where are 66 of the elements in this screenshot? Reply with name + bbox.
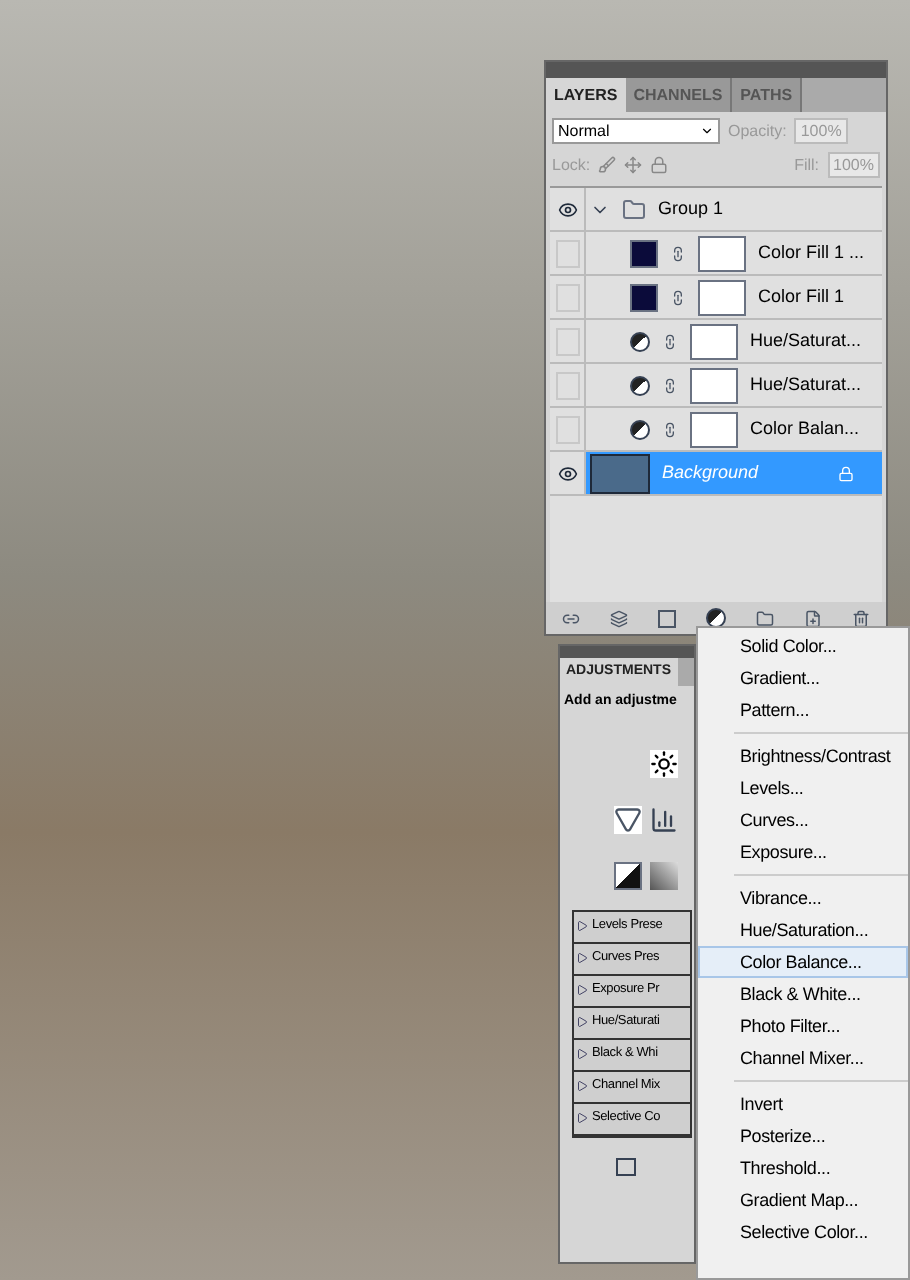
link-icon: [662, 421, 678, 437]
sun-icon[interactable]: [650, 749, 678, 777]
blend-mode-select[interactable]: Normal: [552, 118, 720, 144]
fill-thumbnail: [630, 283, 658, 311]
lock-icon: [838, 465, 854, 481]
menu-item[interactable]: Brightness/Contrast: [698, 740, 908, 772]
folder-icon[interactable]: [756, 609, 775, 627]
menu-item[interactable]: Threshold...: [698, 1152, 908, 1184]
menu-item[interactable]: Gradient Map...: [698, 1184, 908, 1216]
mask-thumbnail: [690, 411, 738, 447]
menu-item[interactable]: Photo Filter...: [698, 1010, 908, 1042]
triangle-icon[interactable]: [614, 805, 642, 833]
menu-item[interactable]: Selective Color...: [698, 1216, 908, 1248]
expand-icon[interactable]: [576, 1080, 588, 1092]
expand-icon[interactable]: [576, 952, 588, 964]
menu-item[interactable]: Vibrance...: [698, 882, 908, 914]
menu-item[interactable]: Black & White...: [698, 978, 908, 1010]
gradient-icon[interactable]: [650, 861, 678, 889]
panel-tab[interactable]: LAYERS: [546, 78, 626, 112]
menu-item[interactable]: Channel Mixer...: [698, 1042, 908, 1074]
menu-item[interactable]: Gradient...: [698, 662, 908, 694]
link-icon[interactable]: [561, 609, 580, 627]
menu-item[interactable]: Invert: [698, 1088, 908, 1120]
eye-icon[interactable]: [557, 463, 577, 483]
layer-name: Background: [662, 459, 759, 486]
menu-item[interactable]: Solid Color...: [698, 630, 908, 662]
layer-name: Color Fill 1 ...: [758, 239, 865, 266]
link-icon: [662, 377, 678, 393]
link-icon: [662, 333, 678, 349]
levels-icon[interactable]: [650, 805, 678, 833]
layers-icon[interactable]: [609, 609, 628, 627]
menu-item[interactable]: Curves...: [698, 804, 908, 836]
fill-thumbnail: [630, 239, 658, 267]
mask-thumbnail: [698, 279, 746, 315]
layer-name: Hue/Saturat...: [750, 327, 862, 354]
layer-name: Color Balan...: [750, 415, 860, 442]
new-layer-icon[interactable]: [804, 609, 823, 627]
expand-icon[interactable]: [576, 920, 588, 932]
expand-icon[interactable]: [576, 1048, 588, 1060]
menu-item[interactable]: Pattern...: [698, 694, 908, 726]
mask-thumbnail: [690, 323, 738, 359]
expand-icon[interactable]: [576, 984, 588, 996]
opacity-label: Opacity:: [728, 119, 787, 143]
eye-icon[interactable]: [557, 199, 577, 219]
mask-thumbnail: [690, 367, 738, 403]
panel-title-bar: [560, 646, 694, 658]
layer-name: Group 1: [658, 195, 724, 222]
caret-icon: [700, 124, 714, 138]
menu-item[interactable]: Exposure...: [698, 836, 908, 868]
mask-thumbnail: [698, 235, 746, 271]
link-icon: [670, 245, 686, 261]
menu-item[interactable]: Hue/Saturation...: [698, 914, 908, 946]
folder-icon: [622, 197, 646, 221]
invert-icon[interactable]: [614, 861, 642, 889]
link-icon: [670, 289, 686, 305]
menu-item[interactable]: Posterize...: [698, 1120, 908, 1152]
lock-label: Lock:: [552, 153, 591, 177]
panel-footer-icon[interactable]: [616, 1157, 636, 1175]
menu-item[interactable]: Levels...: [698, 772, 908, 804]
layer-name: Hue/Saturat...: [750, 371, 862, 398]
menu-item[interactable]: Color Balance...: [698, 946, 908, 978]
layer-name: Color Fill 1: [758, 283, 845, 310]
mask-icon[interactable]: [657, 609, 676, 627]
fill-label: Fill:: [794, 153, 820, 177]
expand-icon[interactable]: [576, 1016, 588, 1028]
expand-icon[interactable]: [576, 1112, 588, 1124]
